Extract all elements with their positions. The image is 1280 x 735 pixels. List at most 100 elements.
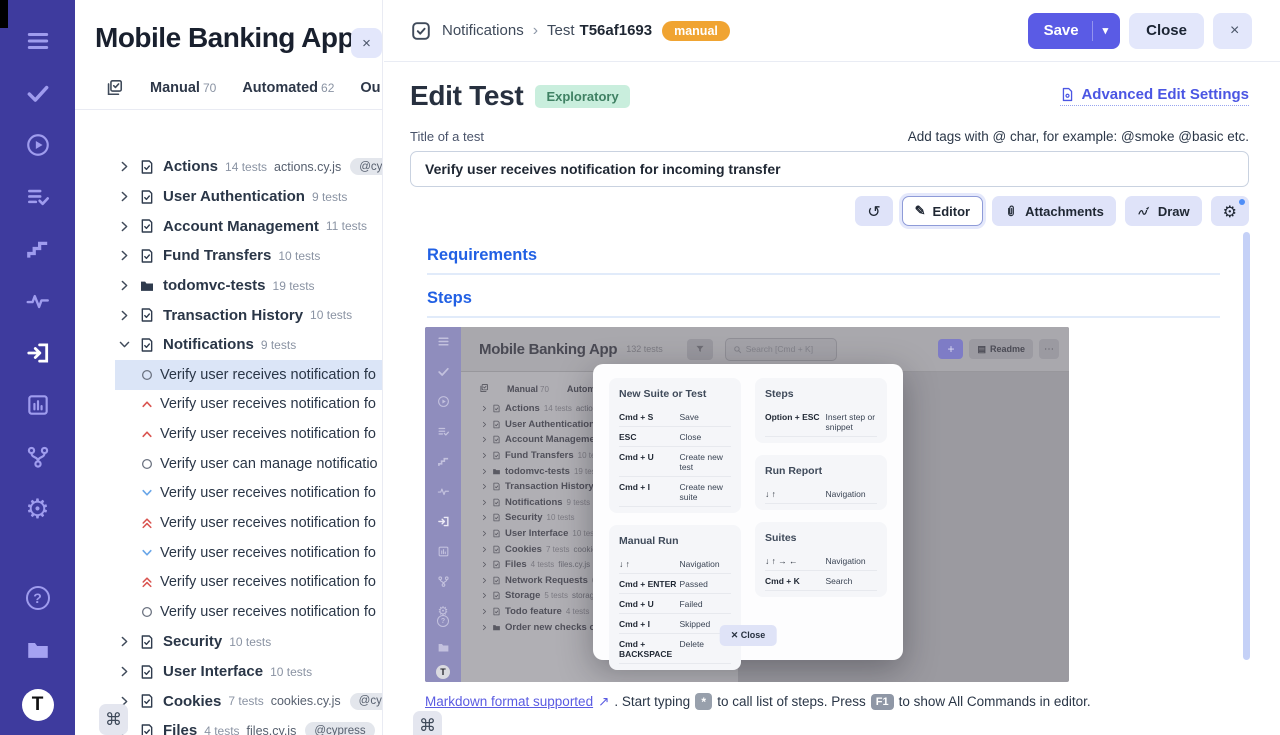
tree-test-item[interactable]: Verify user can manage notificatio — [115, 449, 382, 479]
doc-check-icon — [139, 337, 155, 353]
sign-in-icon[interactable] — [24, 340, 51, 366]
shortcut-action: Insert step or snippet — [825, 412, 877, 432]
dismiss-button[interactable]: × — [1213, 13, 1252, 49]
tree-test-item[interactable]: Verify user receives notification fo — [115, 419, 382, 449]
shortcut-keys: Cmd + I — [619, 482, 679, 502]
tree-test-item[interactable]: Verify user receives notification fo — [115, 508, 382, 538]
doc-settings-icon — [1060, 87, 1075, 102]
shortcut-action: Save — [679, 412, 731, 422]
shortcut-action: Create new test — [679, 452, 731, 472]
doc-check-icon — [139, 307, 155, 323]
runs-icon[interactable] — [24, 132, 51, 158]
embedded-screenshot[interactable]: ⚙ ? T Mobile Banking App 132 tests Searc… — [425, 327, 1069, 682]
test-count: 10 tests — [270, 665, 312, 679]
editor-settings-button[interactable]: ⚙ — [1211, 196, 1249, 226]
tree-test-item[interactable]: Verify user receives notification fo — [115, 360, 382, 390]
tree-test-item[interactable]: Verify user receives notification fo — [115, 479, 382, 509]
suite-label: User Authentication — [163, 188, 305, 205]
main-area: Notifications › Test T56af1693 manual Sa… — [384, 0, 1280, 735]
close-button[interactable]: Close — [1129, 13, 1204, 49]
attachments-tab-button[interactable]: Attachments — [992, 196, 1116, 226]
save-button[interactable]: Save▾ — [1028, 13, 1121, 49]
tab-manual[interactable]: Manual70 — [150, 79, 216, 97]
pulse-icon[interactable] — [24, 288, 51, 314]
test-label: Verify user receives notification fo — [160, 545, 376, 561]
settings-icon[interactable]: ⚙ — [24, 496, 51, 522]
shortcut-keys: ↓ ↑ → ← — [765, 556, 825, 566]
test-count: 4 tests — [204, 724, 239, 735]
steps-divider — [427, 316, 1220, 318]
tree-test-item[interactable]: Verify user receives notification fo — [115, 597, 382, 627]
shortcut-row: Cmd + BACKSPACEDelete — [619, 634, 731, 664]
external-link-icon: ↗ — [598, 694, 609, 710]
shortcut-action: Navigation — [825, 489, 877, 499]
suite-label: todomvc-tests — [163, 277, 266, 294]
save-dropdown-caret[interactable]: ▾ — [1103, 24, 1121, 37]
shortcut-card-title: New Suite or Test — [619, 388, 731, 400]
shortcut-row: Cmd + UFailed — [619, 594, 731, 614]
test-label: Verify user receives notification fo — [160, 485, 376, 501]
test-plans-icon[interactable] — [24, 184, 51, 210]
shortcut-card-title: Run Report — [765, 465, 877, 477]
tree-suite-item[interactable]: Transaction History10 tests — [115, 300, 382, 330]
editor-help-text: Markdown format supported ↗ . Start typi… — [425, 693, 1220, 710]
app-logo[interactable]: T — [22, 689, 54, 721]
advanced-edit-settings-link[interactable]: Advanced Edit Settings — [1060, 86, 1249, 106]
branch-icon[interactable] — [24, 444, 51, 470]
shortcut-keys: ESC — [619, 432, 679, 442]
draw-tab-button[interactable]: Draw — [1125, 196, 1202, 226]
editor-toolbar: ↺ ✎Editor Attachments Draw ⚙ — [410, 196, 1249, 226]
tree-suite-item[interactable]: Fund Transfers10 tests — [115, 241, 382, 271]
breadcrumb-test-id: T56af1693 — [580, 22, 653, 39]
tests-icon[interactable] — [24, 80, 51, 106]
steps-icon[interactable] — [24, 236, 51, 262]
tree-suite-item[interactable]: todomvc-tests19 tests — [115, 271, 382, 301]
tree-test-item[interactable]: Verify user receives notification fo — [115, 568, 382, 598]
tab-outline[interactable]: Ou — [360, 79, 380, 97]
tree-suite-item[interactable]: Security10 tests — [115, 627, 382, 657]
test-count: 9 tests — [312, 190, 347, 204]
tree-suite-item[interactable]: Actions14 testsactions.cy.js@cypre — [115, 152, 382, 182]
modal-close-button[interactable]: ✕ Close — [720, 625, 777, 646]
history-button[interactable]: ↺ — [855, 196, 892, 226]
tree-test-item[interactable]: Verify user receives notification fo — [115, 390, 382, 420]
tree-suite-item[interactable]: Account Management11 tests — [115, 211, 382, 241]
notification-dot — [1239, 199, 1245, 205]
tree-test-item[interactable]: Verify user receives notification fo — [115, 538, 382, 568]
editor-command-key-button[interactable]: ⌘ — [413, 711, 442, 735]
menu-icon[interactable] — [24, 28, 51, 54]
priority-none-icon — [140, 368, 154, 382]
vertical-scrollbar[interactable] — [1243, 232, 1250, 660]
test-label: Verify user receives notification fo — [160, 396, 376, 412]
breadcrumb-separator: › — [533, 22, 538, 40]
test-title-input[interactable] — [410, 151, 1249, 187]
tree-suite-item[interactable]: User Authentication 9 tests — [115, 182, 382, 212]
shortcuts-modal: New Suite or TestCmd + SSaveESCCloseCmd … — [593, 364, 903, 660]
shortcut-row: ESCClose — [619, 427, 731, 447]
shortcut-action: Passed — [679, 579, 731, 589]
tree-suite-item[interactable]: User Interface10 tests — [115, 657, 382, 687]
analytics-icon[interactable] — [24, 392, 51, 418]
steps-heading[interactable]: Steps — [427, 289, 1220, 308]
markdown-link[interactable]: Markdown format supported — [425, 694, 593, 709]
help-icon[interactable]: ? — [24, 585, 51, 611]
tree-command-key-button[interactable]: ⌘ — [99, 704, 128, 735]
tree-tabs: Manual70 Automated62 Ou — [75, 64, 382, 110]
shortcut-card: Manual Run↓ ↑NavigationCmd + ENTERPassed… — [609, 525, 741, 670]
breadcrumb-section[interactable]: Notifications — [442, 22, 524, 39]
panel-close-button[interactable]: × — [351, 28, 382, 58]
tag-pill: @cypress — [305, 722, 374, 735]
spec-file: actions.cy.js — [274, 160, 341, 174]
shortcut-action: Close — [679, 432, 731, 442]
requirements-heading[interactable]: Requirements — [427, 246, 1220, 265]
tree-suite-item[interactable]: Files4 testsfiles.cy.js@cypress — [115, 716, 382, 735]
tree-suite-item[interactable]: Notifications9 tests — [115, 330, 382, 360]
breadcrumb-test-label: Test — [547, 22, 575, 39]
editor-tab-button[interactable]: ✎Editor — [902, 196, 983, 226]
shortcut-keys: Cmd + I — [619, 619, 679, 629]
shortcut-row: ↓ ↑Navigation — [619, 554, 731, 574]
suites-icon — [105, 78, 124, 97]
projects-icon[interactable] — [24, 637, 51, 663]
tab-automated[interactable]: Automated62 — [242, 79, 334, 97]
tree-suite-item[interactable]: Cookies7 testscookies.cy.js@cypres — [115, 686, 382, 716]
